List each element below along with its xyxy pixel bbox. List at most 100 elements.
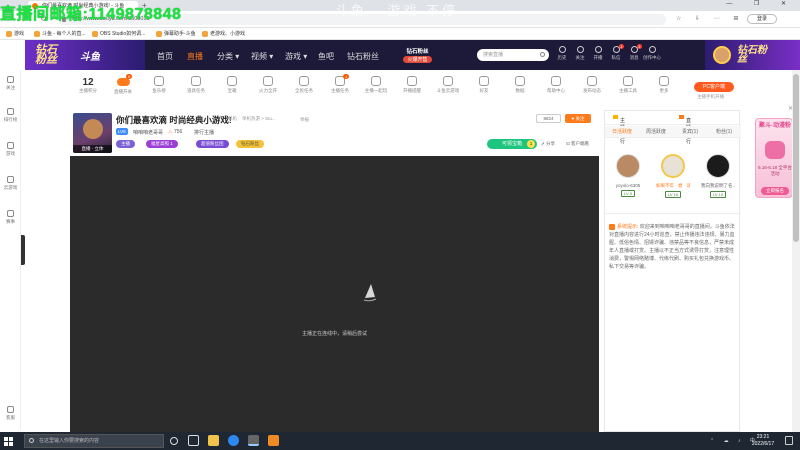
anchor-tool-item[interactable]: 火力全开 [253,74,283,94]
anchor-tool-item[interactable]: 斗鱼云游戏 [433,74,463,94]
pill-badge[interactable]: 钻石粉丝 [236,140,264,148]
bookmark-item[interactable]: 游戏 [6,30,24,38]
pill-badge[interactable]: 超值粉丝团 [196,140,229,148]
header-search-input[interactable]: 搜索直播 [477,49,549,61]
anchor-tool-item[interactable]: 数据 [505,74,535,94]
edge-browser-icon[interactable] [228,435,239,446]
pc-client-button[interactable]: PC客户端 [694,82,734,92]
trophy-icon [7,210,14,217]
nav-fishbar[interactable]: 鱼吧 [318,51,334,62]
obs-icon[interactable] [248,435,259,446]
treasure-box-button[interactable]: 可领宝箱 1 [487,139,537,149]
share-link[interactable]: ⇗ 分享 [541,141,555,147]
pill-badge[interactable]: 福星高照 1 [146,140,178,148]
video-player[interactable]: 主播正在连线中，请稍后尝试 [70,156,599,432]
bookmark-item[interactable]: OBS Studio如何调... [92,30,145,38]
pill-badge[interactable]: 主播 [116,140,135,148]
anchor-tool-item[interactable]: 全民任务 [289,74,319,94]
messages-button[interactable]: 消息 1 [624,44,644,61]
bookmark-item[interactable]: 弹幕助手-斗鱼 [156,30,196,38]
windows-start-icon[interactable] [4,437,13,446]
user-avatar[interactable] [713,46,731,64]
room-title: 你们最喜欢滴 时尚经典小游戏! [116,115,232,125]
anchor-tool-item[interactable]: 直播开关 6 [108,74,138,95]
task-view-icon[interactable] [188,435,199,446]
anchor-tool-item[interactable]: 鱼乐榜 [144,74,174,94]
more-icon [659,76,669,86]
sidebar-item-rank[interactable]: 排行榜 [0,108,21,123]
file-explorer-icon[interactable] [208,435,219,446]
room-category-tag[interactable]: 单机 [228,116,237,122]
scrollbar-thumb[interactable] [793,74,799,242]
browser-login-button[interactable]: 登录 [747,14,777,24]
sidebar-item-cloud-game[interactable]: 云游戏 [0,176,21,191]
ad-cta-button[interactable]: 立即报名 [761,187,789,195]
anchor-tool-item[interactable]: 发布动态 [577,74,607,94]
toolbar-icons[interactable]: ☆ ⇩ ⋯ ⊞ [676,15,744,22]
anchor-tool-item[interactable]: 帮助中心 [541,74,571,94]
alarm-icon [407,76,417,86]
nav-video[interactable]: 视频 ▾ [251,51,273,62]
rank-user[interactable]: 如果不年 · 想 · 读... LV 16 [656,154,690,198]
cortana-icon[interactable] [170,437,178,445]
cloud-icon [443,76,453,86]
follow-button[interactable]: 关注 [570,46,590,61]
sidebar-item-games[interactable]: 游戏 [0,142,21,157]
header-promo[interactable]: 钻石粉丝 火爆开售 [395,47,440,63]
bookmark-item[interactable]: 斗鱼 - 每个人的直... [34,30,86,38]
private-msg-button[interactable]: 私信 1 [606,44,626,61]
fire-icon [263,76,273,86]
header-logo-sub[interactable]: 斗鱼 [80,48,100,63]
notification-icon[interactable] [785,436,793,445]
sidebar-item-service[interactable]: 客服 [0,406,21,421]
anchor-tool-item[interactable]: 主播工具 [613,74,643,94]
anchor-tool-item[interactable]: 更多 [649,74,679,94]
bookmark-item[interactable]: 老游戏、小游戏 [202,30,245,38]
badge: 6 [126,74,133,79]
history-icon [558,46,566,53]
streamer-rank-link[interactable]: 排行主播 [194,129,214,136]
notice-icon [609,223,615,230]
tab-daily[interactable]: 日活跃度 [605,128,639,135]
taskbar-search-input[interactable]: 在这里输入你要搜索的内容 [24,434,164,448]
creator-center-button[interactable]: 创作中心 [642,46,662,61]
tab-vip[interactable]: 贵宾(1) [673,128,707,135]
sidebar-collapse-handle[interactable] [21,235,25,265]
sidebar-item-events[interactable]: 赛事 [0,210,21,225]
app-icon[interactable] [268,435,279,446]
follow-button[interactable]: ♥ 关注 [565,114,591,123]
window-controls[interactable]: — ❐ ✕ [726,0,796,7]
nav-live[interactable]: 直播 [187,51,203,62]
anchor-tool-item[interactable]: 主播任务 1 [325,74,355,94]
nav-home[interactable]: 首页 [157,51,173,62]
room-subcategory-tag[interactable]: 单机热游 > Stu... [242,116,276,122]
anchor-score[interactable]: 12 主播积分 [73,74,103,94]
search-icon[interactable] [540,52,545,57]
report-link[interactable]: 举报 [300,117,309,123]
streamer-name[interactable]: 咱咱咱老哥哥 [133,129,163,136]
rank-user[interactable]: yoyolo-6305 LV 5 [611,154,645,197]
tab-fans[interactable]: 粉丝(1) [707,128,741,135]
tab-weekly[interactable]: 周活跃度 [639,128,673,135]
mobile-stream-link[interactable]: 主播手机开播 [697,94,724,100]
nav-games[interactable]: 游戏 ▾ [285,51,307,62]
anchor-rank-link[interactable]: 主播排行 [613,114,625,145]
nav-category[interactable]: 分类 ▾ [217,51,239,62]
history-button[interactable]: 历史 [552,46,572,61]
header-logo[interactable]: 钻石粉丝 [35,45,65,66]
start-stream-button[interactable]: 开播 [588,46,608,61]
anchor-tool-item[interactable]: 宝箱 [217,74,247,94]
anchor-tool-item[interactable]: 好友 [469,74,499,94]
sidebar-item-follow[interactable]: 关注 [0,76,21,91]
taskbar-clock[interactable]: 23:21 2022/6/17 [748,434,778,448]
streamer-avatar[interactable]: 直播 · 立体 [73,113,112,153]
anchor-tool-item[interactable]: 开播提醒 [397,74,427,94]
nav-diamond-fans[interactable]: 钻石粉丝 [347,51,379,62]
promo-ad[interactable]: 聚斗·动漫粉 6.16-6.18 全平台活动 立即报名 [755,118,793,198]
client-watch-link[interactable]: ⊡ 客户端看 [566,141,589,147]
header-right-promo[interactable]: 钻石粉丝 [705,40,800,70]
anchor-tool-item[interactable]: 道具任务 [181,74,211,94]
rank-user[interactable]: 我向我说明了名.. LV 10 [701,154,735,198]
anchor-tool-item[interactable]: 主播一起玩 [361,74,391,94]
live-rank-link[interactable]: 直播排行 [679,114,691,145]
